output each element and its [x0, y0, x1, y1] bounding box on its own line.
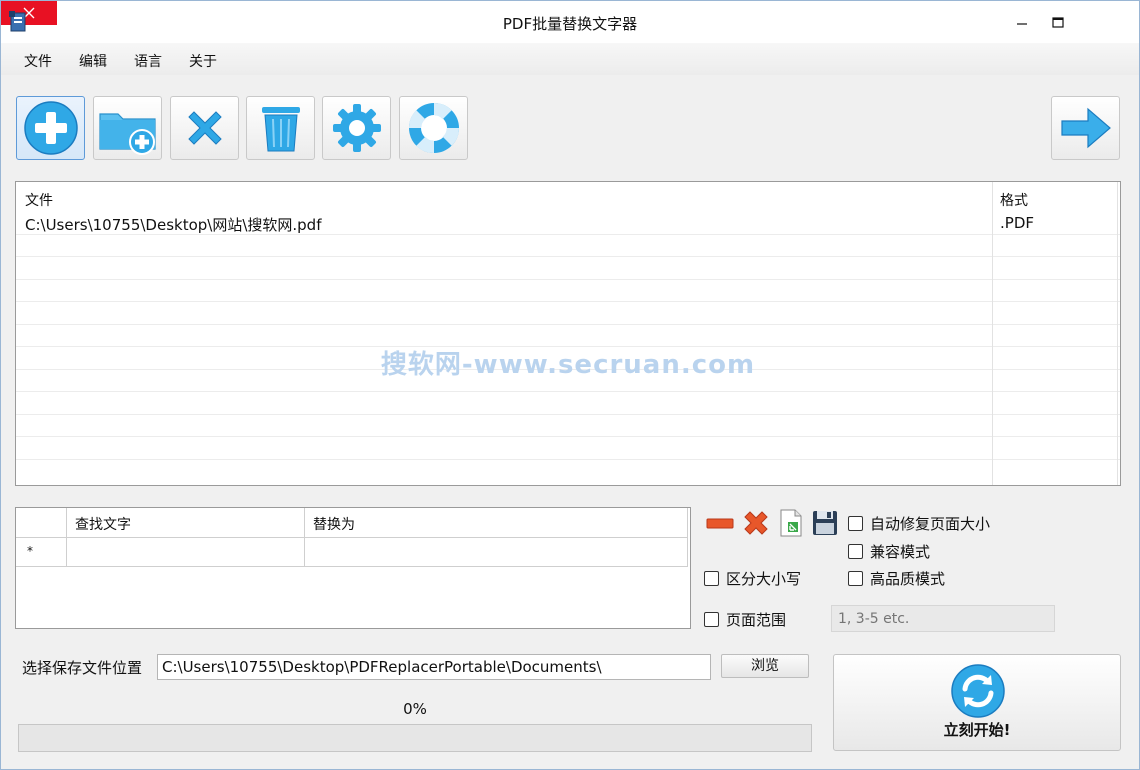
browse-button[interactable]: 浏览 — [721, 654, 809, 678]
app-window: PDF批量替换文字器 文件 编辑 语言 关于 文件 格式 C:\Users\10… — [0, 0, 1140, 770]
maximize-button[interactable] — [1043, 11, 1073, 35]
table-row-empty — [16, 437, 1120, 460]
checkbox-box[interactable] — [704, 612, 719, 627]
progress-percent: 0% — [403, 700, 427, 718]
column-divider — [304, 508, 305, 567]
column-header-replace[interactable]: 替换为 — [313, 514, 355, 534]
start-label: 立刻开始! — [943, 721, 1011, 739]
table-row-empty — [16, 415, 1120, 437]
auto-fix-page-size-checkbox[interactable]: 自动修复页面大小 — [848, 513, 990, 534]
auto-fix-page-size-label: 自动修复页面大小 — [870, 515, 991, 533]
new-row-marker: * — [27, 544, 33, 558]
column-divider — [1117, 182, 1118, 485]
checkbox-box[interactable] — [848, 516, 863, 531]
progress-bar — [18, 724, 812, 752]
title-bar: PDF批量替换文字器 — [1, 1, 1139, 43]
lifebuoy-icon — [408, 102, 459, 154]
checkbox-box[interactable] — [848, 571, 863, 586]
menu-bar: 文件 编辑 语言 关于 — [1, 43, 1139, 75]
add-folder-button[interactable] — [93, 96, 162, 160]
compat-mode-label: 兼容模式 — [870, 543, 931, 561]
minimize-button[interactable] — [1007, 11, 1037, 35]
file-list[interactable]: 文件 格式 C:\Users\10755\Desktop\网站\搜软网.pdf … — [15, 181, 1121, 486]
minus-icon — [706, 518, 734, 529]
table-row-empty — [16, 257, 1120, 280]
save-location-label: 选择保存文件位置 — [22, 659, 143, 677]
case-sensitive-checkbox[interactable]: 区分大小写 — [704, 568, 801, 589]
column-header-format[interactable]: 格式 — [1000, 190, 1028, 210]
gear-icon — [332, 104, 381, 152]
save-path-input[interactable] — [157, 654, 711, 680]
x-icon — [187, 111, 222, 145]
trash-icon — [261, 107, 300, 152]
table-row-empty — [16, 235, 1120, 257]
page-range-label: 页面范围 — [726, 611, 787, 629]
file-path-cell: C:\Users\10755\Desktop\网站\搜软网.pdf — [25, 216, 322, 234]
case-sensitive-label: 区分大小写 — [726, 570, 802, 588]
window-title: PDF批量替换文字器 — [502, 15, 638, 33]
file-list-header: 文件 格式 — [16, 182, 1120, 212]
column-divider — [687, 508, 688, 567]
column-header-find[interactable]: 查找文字 — [75, 514, 131, 534]
next-button[interactable] — [1051, 96, 1120, 160]
table-row-empty — [16, 280, 1120, 302]
column-header-file[interactable]: 文件 — [25, 190, 53, 210]
page-range-checkbox[interactable]: 页面范围 — [704, 609, 786, 630]
table-row-empty — [16, 302, 1120, 325]
arrow-right-icon — [1060, 107, 1111, 149]
settings-button[interactable] — [322, 96, 391, 160]
high-quality-checkbox[interactable]: 高品质模式 — [848, 568, 945, 589]
table-row-empty — [16, 460, 1120, 483]
add-file-button[interactable] — [16, 96, 85, 160]
table-row[interactable]: C:\Users\10755\Desktop\网站\搜软网.pdf .PDF — [16, 212, 1120, 235]
menu-edit[interactable]: 编辑 — [79, 51, 107, 71]
menu-about[interactable]: 关于 — [189, 51, 217, 71]
high-quality-label: 高品质模式 — [870, 570, 946, 588]
compat-mode-checkbox[interactable]: 兼容模式 — [848, 541, 930, 562]
column-divider — [992, 182, 993, 485]
add-circle-icon — [23, 101, 78, 155]
remove-row-button[interactable] — [705, 508, 735, 538]
floppy-disk-icon — [813, 511, 837, 535]
red-x-icon — [744, 511, 768, 535]
replace-grid-header: 查找文字 替换为 — [16, 508, 688, 538]
clear-list-button[interactable] — [246, 96, 315, 160]
checkbox-box[interactable] — [704, 571, 719, 586]
document-import-icon — [780, 509, 802, 537]
refresh-icon — [951, 664, 1005, 718]
save-rows-button[interactable] — [810, 508, 840, 538]
import-button[interactable] — [776, 508, 806, 538]
remove-button[interactable] — [170, 96, 239, 160]
menu-file[interactable]: 文件 — [24, 51, 52, 71]
menu-language[interactable]: 语言 — [134, 51, 162, 71]
file-format-cell: .PDF — [1000, 214, 1034, 232]
clear-rows-button[interactable] — [741, 508, 771, 538]
column-divider — [66, 508, 67, 567]
folder-add-icon — [98, 113, 156, 155]
help-button[interactable] — [399, 96, 468, 160]
table-row-empty — [16, 392, 1120, 415]
page-range-input[interactable] — [831, 605, 1055, 632]
start-button[interactable]: 立刻开始! — [833, 654, 1121, 751]
table-row-new[interactable] — [16, 538, 688, 567]
watermark: 搜软网-www.secruan.com — [380, 350, 756, 380]
replace-grid[interactable]: 查找文字 替换为 * — [15, 507, 691, 629]
checkbox-box[interactable] — [848, 544, 863, 559]
